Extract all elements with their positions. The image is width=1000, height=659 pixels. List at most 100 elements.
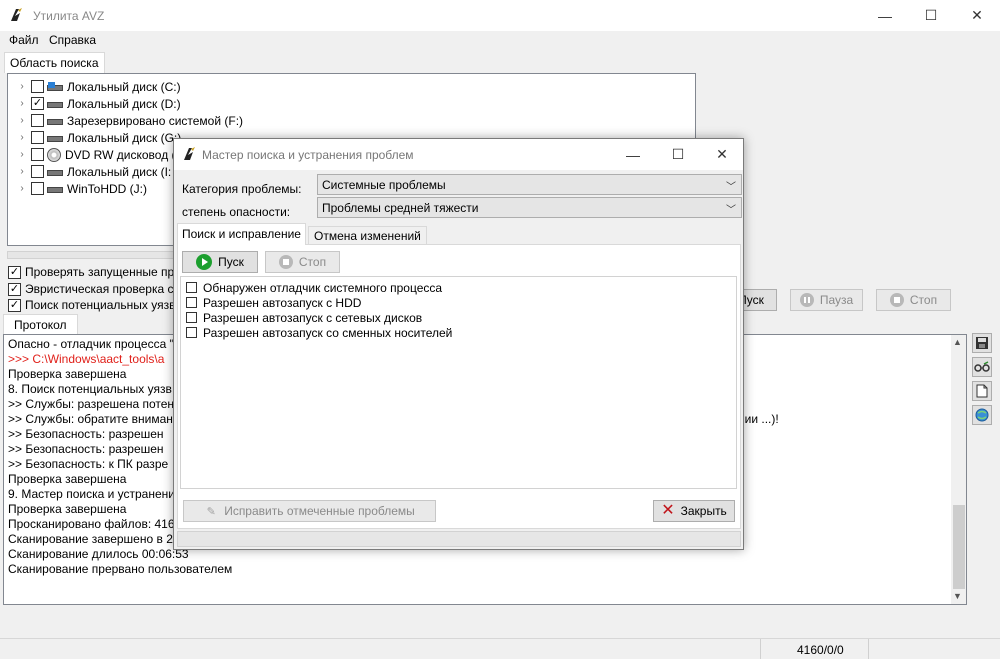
new-document-icon[interactable] bbox=[972, 381, 992, 401]
log-scroll-thumb[interactable] bbox=[953, 505, 965, 589]
log-line: Проверка завершена bbox=[8, 472, 127, 486]
stop-button[interactable]: Стоп bbox=[876, 289, 951, 311]
problem-item[interactable]: Разрешен автозапуск с HDD bbox=[186, 295, 361, 310]
drive-i-checkbox[interactable] bbox=[31, 165, 44, 178]
wand-icon: ✎ bbox=[206, 505, 216, 518]
log-line: Сканирование прервано пользователем bbox=[8, 562, 233, 576]
drive-icon bbox=[47, 116, 63, 126]
option-label: Поиск потенциальных уязв bbox=[25, 298, 176, 312]
problem-item[interactable]: Разрешен автозапуск с сетевых дисков bbox=[186, 310, 422, 325]
play-icon bbox=[196, 254, 213, 270]
option-check-running[interactable]: ✓ Проверять запущенные пр bbox=[8, 264, 174, 280]
tab-search-area[interactable]: Область поиска bbox=[4, 52, 105, 73]
fix-selected-button[interactable]: ✎ Исправить отмеченные проблемы bbox=[183, 500, 436, 522]
tab-undo-changes[interactable]: Отмена изменений bbox=[308, 226, 427, 245]
avz-app-icon bbox=[184, 147, 195, 160]
scroll-down-icon[interactable]: ▼ bbox=[953, 591, 962, 601]
save-icon[interactable] bbox=[972, 333, 992, 353]
problem-label: Обнаружен отладчик системного процесса bbox=[203, 280, 443, 295]
log-line: >> Безопасность: разрешен bbox=[8, 427, 164, 441]
drive-j-checkbox[interactable] bbox=[31, 182, 44, 195]
dialog-maximize-button[interactable]: ☐ bbox=[656, 139, 700, 170]
log-line: Проверка завершена bbox=[8, 502, 127, 516]
option-label: Проверять запущенные пр bbox=[25, 265, 175, 279]
option-checkbox[interactable]: ✓ bbox=[8, 265, 21, 279]
chevron-right-icon[interactable]: › bbox=[16, 183, 28, 194]
drive-icon bbox=[47, 99, 63, 109]
chevron-right-icon[interactable]: › bbox=[16, 132, 28, 143]
log-line: >>> C:\Windows\aact_tools\a bbox=[8, 352, 165, 366]
pause-button[interactable]: Пауза bbox=[790, 289, 863, 311]
severity-select[interactable]: Проблемы средней тяжести ﹀ bbox=[317, 197, 742, 218]
problem-checkbox[interactable] bbox=[186, 327, 197, 338]
chevron-right-icon[interactable]: › bbox=[16, 166, 28, 177]
chevron-right-icon[interactable]: › bbox=[16, 81, 28, 92]
minimize-button[interactable]: — bbox=[862, 0, 908, 31]
dialog-start-button[interactable]: Пуск bbox=[182, 251, 258, 273]
log-line: Проверка завершена bbox=[8, 367, 127, 381]
dialog-stop-label: Стоп bbox=[298, 255, 327, 269]
drive-label: Зарезервировано системой (F:) bbox=[67, 113, 244, 128]
menu-help[interactable]: Справка bbox=[49, 33, 96, 47]
dialog-close-action-button[interactable]: ✕ Закрыть bbox=[653, 500, 735, 522]
log-line: Просканировано файлов: 416 bbox=[8, 517, 175, 531]
avz-app-icon bbox=[11, 8, 22, 21]
stop-label: Стоп bbox=[909, 293, 938, 307]
problem-item[interactable]: Обнаружен отладчик системного процесса bbox=[186, 280, 442, 295]
option-heuristic[interactable]: ✓ Эвристическая проверка с bbox=[8, 281, 173, 297]
drive-icon bbox=[47, 133, 63, 143]
problem-label: Разрешен автозапуск с HDD bbox=[203, 295, 362, 310]
tree-item-dvd[interactable]: › DVD RW дисковод ( bbox=[16, 146, 176, 163]
drive-g-checkbox[interactable] bbox=[31, 131, 44, 144]
scroll-up-icon[interactable]: ▲ bbox=[953, 337, 962, 347]
problem-checkbox[interactable] bbox=[186, 282, 197, 293]
tab-search-and-fix[interactable]: Поиск и исправление bbox=[177, 223, 306, 245]
category-value: Системные проблемы bbox=[322, 177, 446, 192]
tree-item-drive-i[interactable]: › Локальный диск (I: bbox=[16, 163, 171, 180]
option-checkbox[interactable]: ✓ bbox=[8, 298, 21, 312]
status-bar: 4160/0/0 bbox=[0, 638, 1000, 659]
drive-c-checkbox[interactable] bbox=[31, 80, 44, 93]
close-icon: ✕ bbox=[661, 502, 675, 519]
option-checkbox[interactable]: ✓ bbox=[8, 282, 21, 296]
log-line: >> Службы: разрешена потен bbox=[8, 397, 175, 411]
log-line: Сканирование завершено в 2 bbox=[8, 532, 173, 546]
chevron-right-icon[interactable]: › bbox=[16, 115, 28, 126]
log-line: >> Службы: обратите внимани bbox=[8, 412, 180, 426]
drive-d-checkbox[interactable]: ✓ bbox=[31, 97, 44, 110]
tree-item-drive-g[interactable]: › Локальный диск (G:) bbox=[16, 129, 181, 146]
close-button[interactable]: ✕ bbox=[954, 0, 1000, 31]
tree-item-drive-d[interactable]: › ✓ Локальный диск (D:) bbox=[16, 95, 181, 112]
drive-label: DVD RW дисковод ( bbox=[65, 147, 176, 162]
tree-item-drive-j[interactable]: › WinToHDD (J:) bbox=[16, 180, 147, 197]
problem-checkbox[interactable] bbox=[186, 312, 197, 323]
stop-icon bbox=[889, 293, 904, 307]
drive-f-checkbox[interactable] bbox=[31, 114, 44, 127]
tree-item-drive-f[interactable]: › Зарезервировано системой (F:) bbox=[16, 112, 243, 129]
maximize-button[interactable]: ☐ bbox=[908, 0, 954, 31]
problem-checkbox[interactable] bbox=[186, 297, 197, 308]
log-line: >> Безопасность: разрешен bbox=[8, 442, 164, 456]
option-vulnerabilities[interactable]: ✓ Поиск потенциальных уязв bbox=[8, 297, 176, 313]
dvd-checkbox[interactable] bbox=[31, 148, 44, 161]
dvd-icon bbox=[47, 147, 61, 162]
log-line: 9. Мастер поиска и устранени bbox=[8, 487, 175, 501]
dialog-stop-button[interactable]: Стоп bbox=[265, 251, 340, 273]
chevron-right-icon[interactable]: › bbox=[16, 149, 28, 160]
drive-label: Локальный диск (D:) bbox=[67, 96, 181, 111]
pause-icon bbox=[799, 293, 814, 307]
option-label: Эвристическая проверка с bbox=[25, 282, 174, 296]
problem-label: Разрешен автозапуск с сетевых дисков bbox=[203, 310, 423, 325]
glasses-icon[interactable] bbox=[972, 357, 992, 377]
problem-item[interactable]: Разрешен автозапуск со сменных носителей bbox=[186, 325, 452, 340]
category-label: Категория проблемы: bbox=[182, 182, 302, 196]
tab-protocol[interactable]: Протокол bbox=[3, 314, 78, 334]
globe-icon[interactable] bbox=[972, 405, 992, 425]
chevron-right-icon[interactable]: › bbox=[16, 98, 28, 109]
tree-item-drive-c[interactable]: › Локальный диск (C:) bbox=[16, 78, 180, 95]
close-label: Закрыть bbox=[680, 504, 727, 518]
dialog-minimize-button[interactable]: — bbox=[611, 139, 655, 170]
category-select[interactable]: Системные проблемы ﹀ bbox=[317, 174, 742, 195]
dialog-close-button[interactable]: ✕ bbox=[700, 139, 744, 170]
menu-file[interactable]: Файл bbox=[9, 33, 39, 47]
